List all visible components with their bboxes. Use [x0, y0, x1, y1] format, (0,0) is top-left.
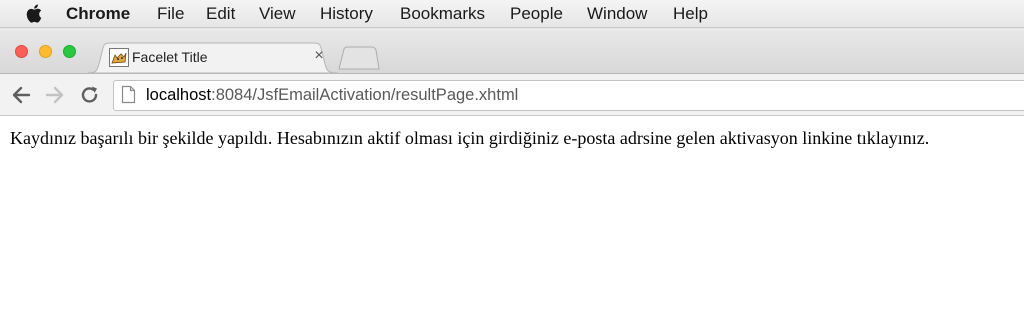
url-text[interactable]: localhost:8084/JsfEmailActivation/result…: [146, 86, 518, 105]
menu-help[interactable]: Help: [673, 4, 708, 24]
tab-title: Facelet Title: [132, 49, 208, 65]
menu-history[interactable]: History: [320, 4, 373, 24]
registration-success-message: Kaydınız başarılı bir şekilde yapıldı. H…: [10, 128, 930, 148]
apple-logo-icon[interactable]: [26, 4, 42, 23]
forward-arrow-icon[interactable]: [44, 84, 66, 106]
window-zoom-button[interactable]: [63, 45, 76, 58]
url-path: :8084/JsfEmailActivation/resultPage.xhtm…: [211, 86, 519, 104]
menu-people[interactable]: People: [510, 4, 563, 24]
back-arrow-icon[interactable]: [10, 84, 32, 106]
menu-bar: Chrome File Edit View History Bookmarks …: [0, 0, 1024, 28]
new-tab-button[interactable]: [338, 46, 380, 70]
menu-view[interactable]: View: [259, 4, 296, 24]
menu-bookmarks[interactable]: Bookmarks: [400, 4, 485, 24]
menu-window[interactable]: Window: [587, 4, 647, 24]
tomcat-cat-icon: [109, 48, 129, 67]
reload-icon[interactable]: [79, 84, 101, 106]
menu-app-chrome[interactable]: Chrome: [66, 4, 130, 24]
menu-file[interactable]: File: [157, 4, 184, 24]
url-host: localhost: [146, 86, 212, 104]
window-minimize-button[interactable]: [39, 45, 52, 58]
page-document-icon[interactable]: [121, 85, 136, 104]
window-close-button[interactable]: [15, 45, 28, 58]
menu-edit[interactable]: Edit: [206, 4, 235, 24]
tab-close-icon[interactable]: ×: [312, 48, 326, 64]
